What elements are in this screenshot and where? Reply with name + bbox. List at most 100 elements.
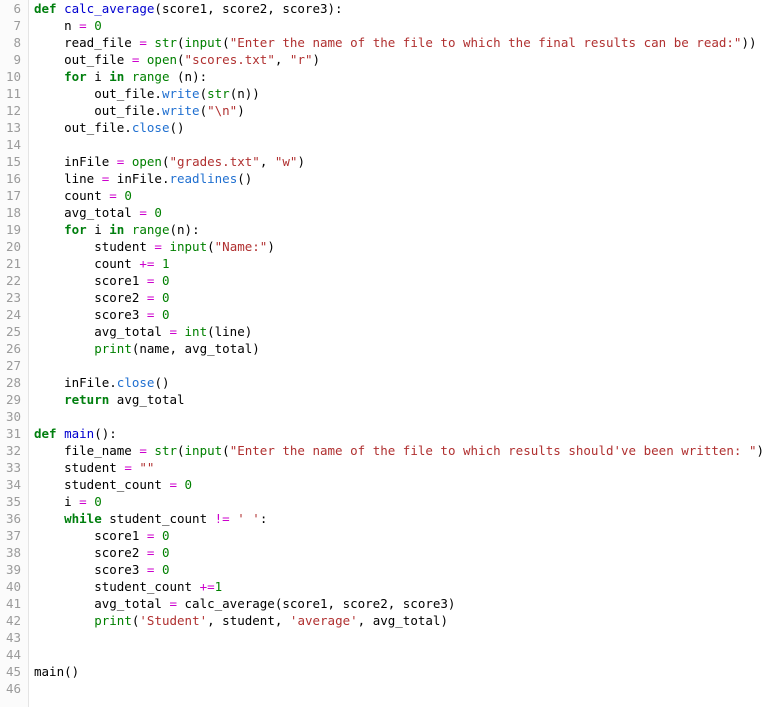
line-number: 46 [5,681,21,696]
code-line[interactable]: count += 1 [30,255,763,272]
code-token: score2 [34,290,147,305]
code-line[interactable]: while student_count != ' ': [30,510,763,527]
code-token: () [237,171,253,186]
code-token: student_count [34,579,200,594]
code-line[interactable]: out_file.write("\n") [30,102,763,119]
line-number: 9 [13,52,21,67]
code-line[interactable]: inFile = open("grades.txt", "w") [30,153,763,170]
code-line[interactable]: score3 = 0 [30,561,763,578]
code-token: , student, [207,613,290,628]
code-line[interactable]: ​ [30,357,763,374]
code-line[interactable]: score1 = 0 [30,527,763,544]
code-token: ' ' [237,511,260,526]
code-line[interactable]: print(name, avg_total) [30,340,763,357]
code-token: write [161,86,200,101]
code-token: student_count [34,477,170,492]
code-token: in [109,69,125,84]
code-line[interactable]: def calc_average(score1, score2, score3)… [30,0,763,17]
code-token: 0 [161,307,170,322]
code-line[interactable]: score2 = 0 [30,544,763,561]
code-line[interactable]: ​ [30,629,763,646]
code-token: = [169,596,177,611]
code-line[interactable]: for i in range(n): [30,221,763,238]
code-token: input [169,239,208,254]
code-token: ( [199,86,208,101]
code-token: out_file. [34,86,162,101]
code-line[interactable]: print('Student', student, 'average', avg… [30,612,763,629]
code-token: (n): [169,222,200,237]
code-line[interactable]: def main(): [30,425,763,442]
code-token: main [64,426,95,441]
code-token: ) [267,239,275,254]
code-token: = [139,443,147,458]
code-token: def [34,1,57,16]
code-line[interactable]: for i in range (n): [30,68,763,85]
line-number: 11 [5,86,21,101]
code-line[interactable]: return avg_total [30,391,763,408]
line-number: 33 [5,460,21,475]
code-line[interactable]: ​ [30,136,763,153]
code-token: = [169,324,177,339]
code-token: , [274,52,290,67]
code-line[interactable]: student_count +=1 [30,578,763,595]
code-token: read_file [34,35,140,50]
code-token: "w" [274,154,298,169]
line-number-gutter: 6 7 8 9 10 11 12 13 14 15 16 17 18 19 20 21 22 23 24 25 26 27… [0,0,29,707]
code-token: in [109,222,125,237]
code-token: "r" [289,52,313,67]
code-content-area[interactable]: def calc_average(score1, score2, score3)… [30,0,763,707]
code-token: 0 [161,528,170,543]
code-line[interactable]: out_file.write(str(n)) [30,85,763,102]
code-line[interactable]: score1 = 0 [30,272,763,289]
code-line[interactable]: student = "" [30,459,763,476]
code-line[interactable]: main() [30,663,763,680]
code-line[interactable]: avg_total = calc_average(score1, score2,… [30,595,763,612]
code-token: i [86,69,110,84]
code-token: str [154,35,177,50]
code-token: out_file. [34,103,162,118]
code-line[interactable]: avg_total = int(line) [30,323,763,340]
code-line[interactable]: count = 0 [30,187,763,204]
code-token: "Name:" [214,239,268,254]
code-line[interactable]: i = 0 [30,493,763,510]
code-line[interactable]: read_file = str(input("Enter the name of… [30,34,763,51]
code-line[interactable]: file_name = str(input("Enter the name of… [30,442,763,459]
code-token: += [199,579,215,594]
code-line[interactable]: score3 = 0 [30,306,763,323]
code-token: ) [237,103,245,118]
line-number: 32 [5,443,21,458]
code-token: 1 [161,256,170,271]
code-line[interactable]: ​ [30,646,763,663]
code-line[interactable]: ​ [30,680,763,697]
code-line[interactable]: n = 0 [30,17,763,34]
code-token: i [34,494,80,509]
code-token: input [184,35,223,50]
line-number: 29 [5,392,21,407]
code-line[interactable]: out_file.close() [30,119,763,136]
code-line[interactable]: avg_total = 0 [30,204,763,221]
code-token: ( [222,443,230,458]
code-line[interactable]: line = inFile.readlines() [30,170,763,187]
code-line[interactable]: inFile.close() [30,374,763,391]
code-token: n [34,18,80,33]
code-line[interactable]: out_file = open("scores.txt", "r") [30,51,763,68]
line-number: 15 [5,154,21,169]
code-token: "grades.txt" [169,154,260,169]
code-line[interactable]: score2 = 0 [30,289,763,306]
code-token: count [34,188,110,203]
line-number: 26 [5,341,21,356]
code-line[interactable]: ​ [30,408,763,425]
code-editor[interactable]: 6 7 8 9 10 11 12 13 14 15 16 17 18 19 20 21 22 23 24 25 26 27… [0,0,763,707]
code-line[interactable]: student = input("Name:") [30,238,763,255]
line-number: 17 [5,188,21,203]
code-line[interactable]: student_count = 0 [30,476,763,493]
